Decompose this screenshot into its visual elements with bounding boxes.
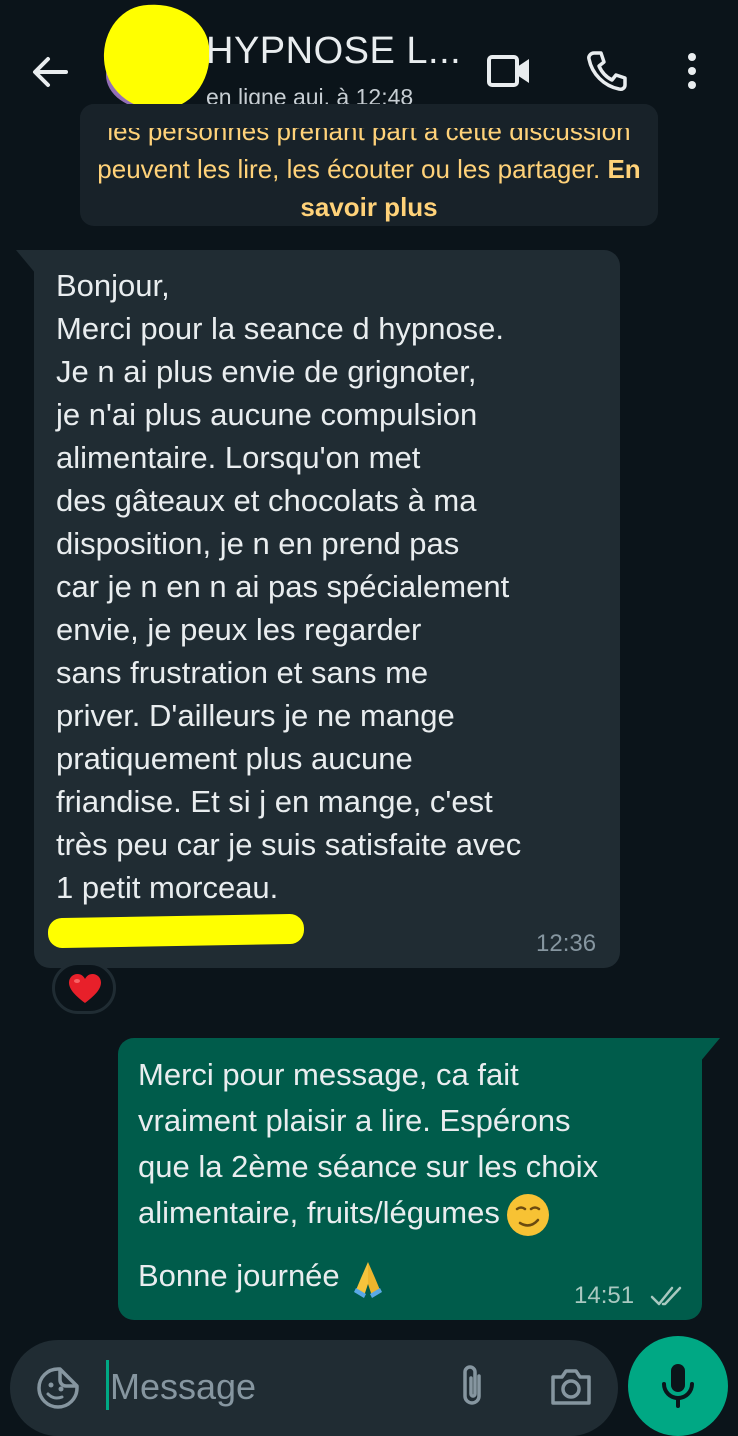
incoming-message-time: 12:36 — [536, 930, 597, 957]
message-reaction[interactable] — [52, 962, 116, 1014]
outgoing-line-1: Merci pour message, ca fait — [138, 1057, 519, 1092]
sticker-icon — [37, 1367, 79, 1409]
outgoing-line-4-row: alimentaire, fruits/légumes — [138, 1190, 688, 1239]
outgoing-line-2: vraiment plaisir a lire. Espérons — [138, 1103, 571, 1138]
message-input[interactable] — [108, 1360, 428, 1414]
contact-name[interactable]: HYPNOSE L... — [206, 30, 461, 73]
back-button[interactable] — [28, 50, 72, 94]
paperclip-icon — [463, 1365, 481, 1405]
notice-scroll-clip — [80, 104, 658, 128]
heart-icon — [69, 974, 101, 1003]
smirking-face-emoji-icon — [506, 1193, 549, 1236]
outgoing-line-4: alimentaire, fruits/légumes — [138, 1195, 500, 1230]
sticker-button[interactable] — [36, 1366, 80, 1410]
attach-button[interactable] — [452, 1362, 492, 1412]
signature-redaction — [47, 913, 305, 949]
camera-icon — [551, 1369, 591, 1405]
phone-icon — [587, 51, 627, 91]
double-check-icon — [650, 1286, 682, 1306]
camera-button[interactable] — [548, 1366, 594, 1408]
microphone-icon — [662, 1364, 694, 1408]
voice-message-button[interactable] — [628, 1336, 728, 1436]
encryption-notice[interactable]: les personnes prenant part à cette discu… — [80, 104, 658, 226]
outgoing-message-time: 14:51 — [574, 1282, 635, 1309]
folded-hands-emoji-icon — [353, 1261, 382, 1298]
video-call-button[interactable] — [486, 50, 532, 92]
outgoing-closing: Bonne journée — [138, 1257, 340, 1293]
more-vertical-icon — [688, 53, 696, 89]
arrow-left-icon — [33, 57, 68, 87]
incoming-bubble-tail — [16, 250, 36, 274]
outgoing-line-3: que la 2ème séance sur les choix — [138, 1149, 599, 1184]
outgoing-bubble-tail — [700, 1038, 720, 1062]
voice-call-button[interactable] — [584, 48, 630, 94]
more-options-button[interactable] — [676, 46, 708, 96]
incoming-message-text: Bonjour, Merci pour la seance d hypnose.… — [56, 268, 522, 905]
outgoing-message-text: Merci pour message, ca fait vraiment pla… — [138, 1052, 688, 1302]
video-call-icon — [487, 55, 529, 87]
encryption-notice-text: les personnes prenant part à cette discu… — [80, 112, 658, 226]
